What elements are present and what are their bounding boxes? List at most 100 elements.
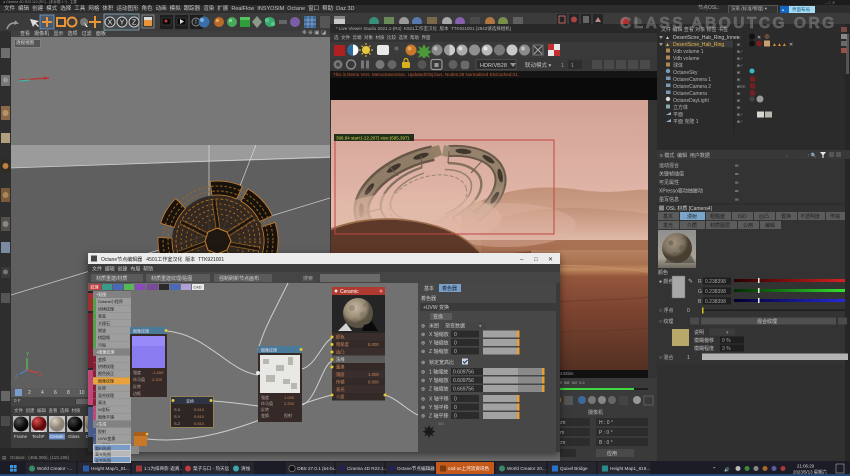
svg-text:5.000: 5.000	[368, 342, 379, 347]
svg-text:X: X	[39, 372, 43, 378]
svg-text:1 轴缩放: 1 轴缩放	[429, 369, 448, 376]
svg-text:锁定宽高比: 锁定宽高比	[429, 359, 454, 366]
svg-text:+UVW 变换: +UVW 变换	[423, 304, 449, 311]
svg-text:∞: ∞	[735, 197, 739, 203]
svg-text:0.238398: 0.238398	[705, 289, 726, 295]
svg-text:🔊: 🔊	[724, 466, 730, 473]
svg-text:不透明度: 不透明度	[800, 213, 820, 220]
svg-text:变换: 变换	[433, 314, 443, 321]
svg-text:OctaneCamera 1: OctaneCamera 1	[673, 77, 711, 83]
svg-text:6: 6	[54, 390, 57, 396]
svg-text:伙马值: 伙马值	[133, 376, 145, 382]
svg-text:○ 浮点: ○ 浮点	[659, 307, 673, 314]
svg-text:2: 2	[28, 390, 31, 396]
svg-text:Height Map1_819...: Height Map1_819...	[610, 466, 650, 471]
svg-text:反转: 反转	[261, 406, 269, 412]
svg-text:可见属性: 可见属性	[659, 179, 679, 186]
svg-text:∞: ∞	[735, 163, 739, 169]
svg-text:投射: 投射	[98, 428, 106, 434]
svg-text:0.669756: 0.669756	[453, 387, 474, 393]
svg-text:G: G	[698, 289, 702, 295]
svg-text:漫射: 漫射	[687, 213, 697, 220]
svg-text:着色器: 着色器	[442, 285, 457, 292]
svg-text:1: 1	[687, 355, 690, 361]
svg-text:颜色校正: 颜色校正	[98, 370, 114, 376]
svg-text:Octane节点编辑器: Octane节点编辑器	[397, 465, 435, 472]
svg-text:Z: Z	[132, 20, 137, 27]
svg-text:✕: ✕	[789, 42, 793, 48]
svg-text:HDR/VB28: HDR/VB28	[480, 63, 507, 69]
svg-text:0.610: 0.610	[194, 414, 205, 419]
svg-text:0: 0	[454, 332, 457, 338]
svg-text:图像纹理: 图像纹理	[133, 328, 149, 334]
svg-text:发光: 发光	[663, 222, 673, 229]
svg-text:■:: ■:	[737, 42, 741, 47]
svg-text:粗糙度: 粗糙度	[336, 341, 350, 348]
svg-text:0.238398: 0.238398	[705, 279, 726, 285]
svg-text:⊕: ⊕	[421, 332, 425, 338]
svg-text:边框: 边框	[133, 390, 141, 396]
svg-text:0: 0	[454, 349, 457, 355]
svg-text:0.610: 0.610	[194, 407, 205, 412]
svg-text:Vdb volume 1: Vdb volume 1	[673, 49, 704, 55]
svg-text:模糊程度: 模糊程度	[694, 345, 714, 352]
svg-text:Height Map/1_81...: Height Map/1_81...	[91, 466, 130, 471]
svg-text:Octane节点编辑器 4501工作室汉化 版本 T: Octane节点编辑器 4501工作室汉化 版本 TTK921001	[101, 256, 224, 263]
svg-text:10: 10	[79, 390, 85, 396]
svg-text:变换: 变换	[186, 398, 194, 404]
svg-text:基本: 基本	[663, 213, 673, 220]
svg-text:⊕: ⊕	[421, 341, 425, 347]
svg-text:▲▲▲: ▲▲▲	[772, 42, 787, 48]
svg-text:Y 轴缩放: Y 轴缩放	[429, 340, 449, 347]
svg-text:OSL 材质 [Camera4]: OSL 材质 [Camera4]	[666, 205, 713, 212]
svg-text:OBS 27.0.1 (64-bi...: OBS 27.0.1 (64-bi...	[297, 466, 338, 471]
svg-text:■:: ■:	[737, 70, 741, 75]
svg-text:图像平铺: 图像平铺	[98, 413, 114, 419]
svg-text:⊕: ⊕	[421, 349, 425, 355]
svg-text:3 %: 3 %	[722, 346, 731, 352]
svg-text:0: 0	[454, 341, 457, 347]
svg-text:⊕: ⊕	[421, 405, 425, 411]
svg-text:立方体: 立方体	[673, 104, 688, 111]
svg-text:TechP: TechP	[32, 434, 45, 439]
svg-text:投射: 投射	[284, 412, 292, 418]
svg-text:混合纹理: 混合纹理	[98, 392, 114, 398]
svg-text:World Creator -...: World Creator -...	[37, 466, 72, 471]
svg-text:着色器: 着色器	[421, 295, 436, 302]
svg-text:平面: 平面	[673, 112, 683, 118]
svg-text:Z 轴缩放: Z 轴缩放	[429, 348, 448, 355]
svg-text:2.200: 2.200	[152, 377, 163, 382]
svg-text:Octane小程序: Octane小程序	[98, 298, 123, 304]
svg-text:8: 8	[67, 390, 70, 396]
svg-text:X: X	[108, 20, 113, 27]
svg-text:1: 1	[561, 63, 564, 69]
svg-text:0.609756: 0.609756	[453, 370, 474, 376]
svg-text:大理石: 大理石	[98, 320, 110, 326]
svg-text:纹理: 纹理	[91, 284, 99, 290]
svg-text:粗糙度: 粗糙度	[710, 213, 725, 220]
svg-text:■:: ■:	[737, 105, 741, 110]
svg-text:Quixel Bridge: Quixel Bridge	[560, 466, 588, 471]
svg-text:基本: 基本	[424, 285, 434, 292]
svg-text:球体: 球体	[673, 62, 683, 69]
svg-text:OctaneSky: OctaneSky	[673, 70, 698, 76]
svg-text:4: 4	[41, 390, 44, 396]
svg-text:烘烤纹理: 烘烤纹理	[98, 305, 114, 311]
svg-text:材质重建纹理/贴图: 材质重建纹理/贴图	[151, 275, 192, 282]
svg-text:H : 0 °: H : 0 °	[599, 420, 613, 426]
svg-text:□: □	[534, 257, 538, 263]
svg-text:说明: 说明	[694, 329, 704, 336]
svg-text:摄像机: 摄像机	[588, 409, 603, 416]
svg-text:-1.000: -1.000	[152, 370, 164, 375]
svg-text:0: 0	[454, 414, 457, 420]
svg-text:⊕: ⊕	[421, 387, 425, 393]
svg-text:楘子与口 - 热天远: 楘子与口 - 热天远	[193, 465, 230, 472]
svg-text:∞: ∞	[735, 189, 739, 195]
svg-text:Ceram: Ceram	[50, 434, 64, 439]
svg-text:Y: Y	[26, 352, 30, 358]
svg-text:←: ←	[785, 153, 790, 159]
svg-text:P : 0 °: P : 0 °	[599, 430, 613, 436]
svg-text:World Creator 20...: World Creator 20...	[507, 466, 546, 471]
svg-text:发光: 发光	[336, 386, 345, 393]
svg-text:图像纹理: 图像纹理	[98, 377, 114, 383]
